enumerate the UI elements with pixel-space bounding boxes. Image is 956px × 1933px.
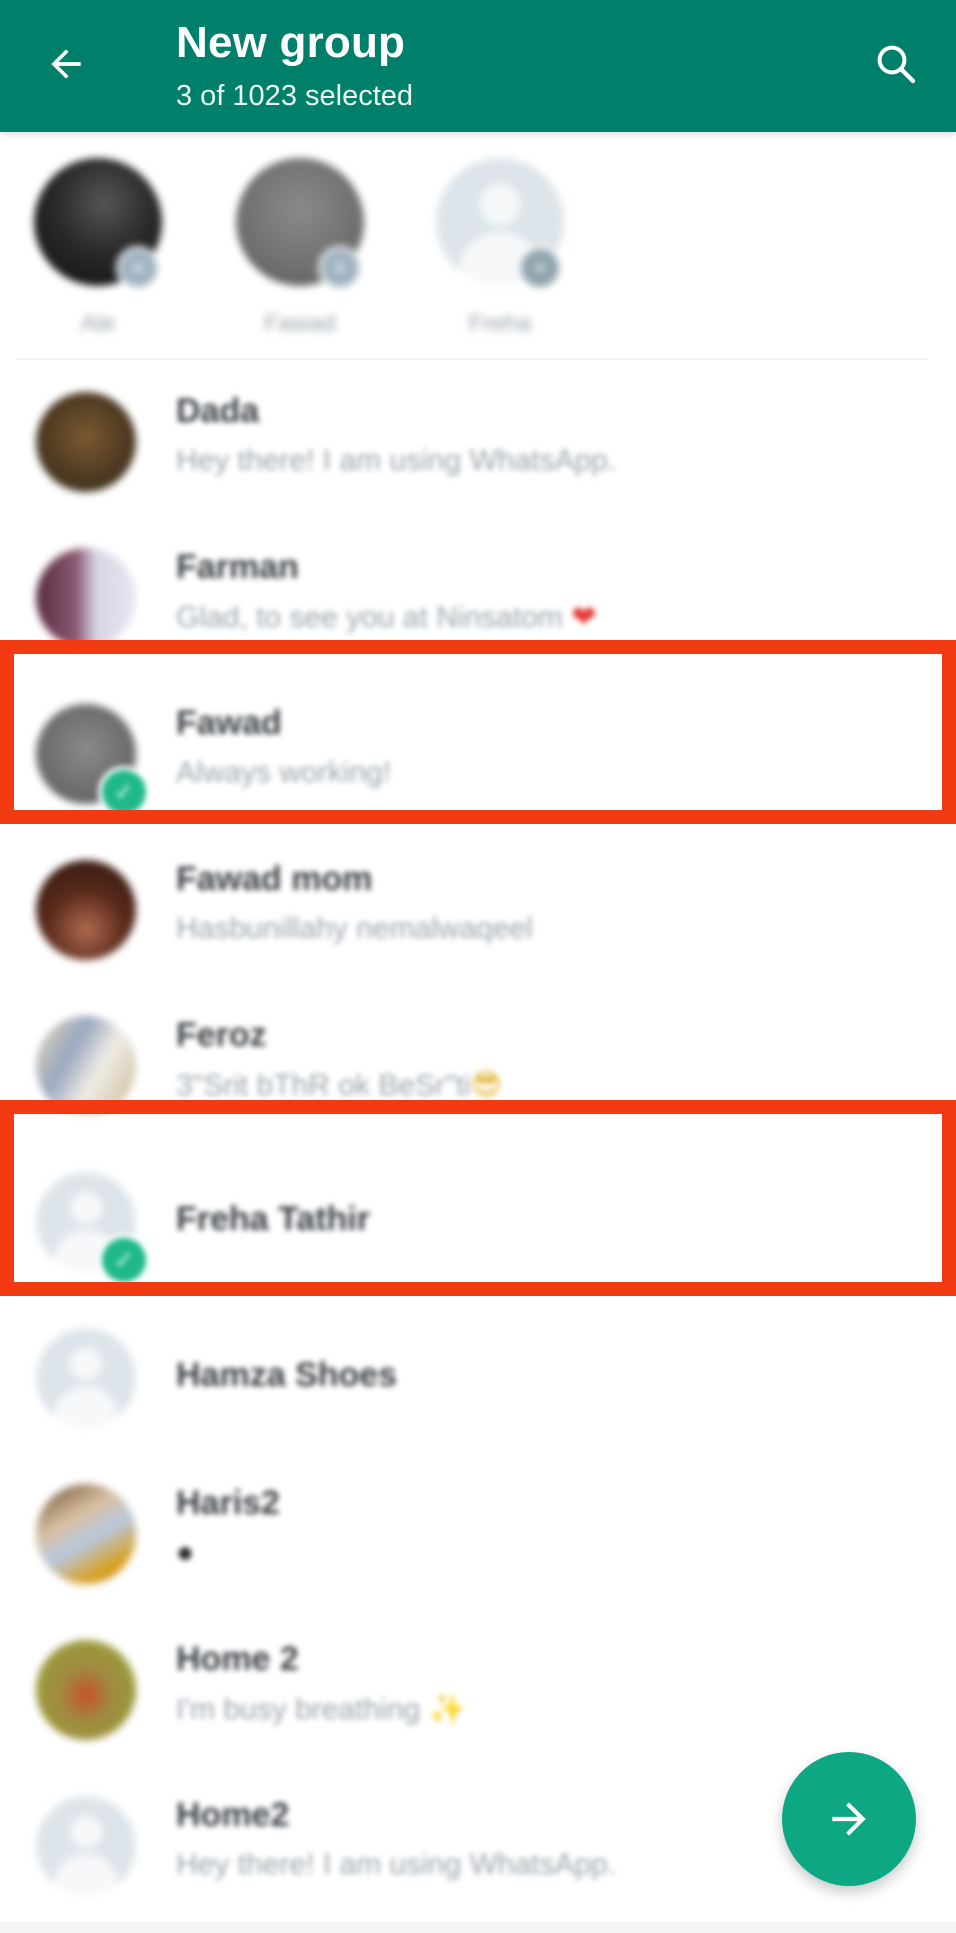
contact-name: Farman xyxy=(176,548,299,586)
contact-name: Freha Tathir xyxy=(176,1200,370,1238)
selected-chip[interactable]: × Fawad xyxy=(214,158,374,358)
contact-row-selected[interactable]: ✓ Fawad Always working! xyxy=(0,674,956,830)
close-icon: × xyxy=(533,255,547,280)
selected-check-icon: ✓ xyxy=(98,766,150,818)
selected-contacts-strip: × Ale × Fawad × Freha xyxy=(0,132,956,362)
contact-status: Always working! xyxy=(176,756,392,789)
contact-status: Hey there! I am using WhatsApp. xyxy=(176,444,617,477)
close-icon: × xyxy=(131,255,145,280)
remove-chip-button[interactable]: × xyxy=(518,246,562,290)
contact-status: 3"Srit bThR ok BeSr"ti😎 xyxy=(176,1069,503,1102)
contact-name: Feroz xyxy=(176,1016,267,1054)
next-button[interactable] xyxy=(782,1752,916,1886)
avatar xyxy=(36,392,136,492)
search-button[interactable] xyxy=(868,36,924,92)
back-button[interactable] xyxy=(40,38,92,90)
contact-name: Home2 xyxy=(176,1796,290,1834)
close-icon: × xyxy=(333,255,347,280)
contact-name: Hamza Shoes xyxy=(176,1356,398,1394)
divider xyxy=(16,358,928,360)
page-title: New group xyxy=(176,18,406,67)
contact-name: Home 2 xyxy=(176,1640,299,1678)
avatar xyxy=(36,548,136,648)
contact-status: Glad, to see you at Ninsatom ❤ xyxy=(176,601,597,634)
sparkles-emoji-icon: ✨ xyxy=(428,1693,466,1726)
remove-chip-button[interactable]: × xyxy=(116,246,160,290)
default-avatar-icon xyxy=(36,1328,136,1428)
contact-row[interactable]: Hamza Shoes xyxy=(0,1298,956,1454)
contact-row[interactable]: Dada Hey there! I am using WhatsApp. xyxy=(0,362,956,518)
arrow-back-icon xyxy=(51,49,81,79)
selected-chip[interactable]: × Freha xyxy=(414,158,574,358)
contact-name: Haris2 xyxy=(176,1484,280,1522)
bottom-edge xyxy=(0,1922,956,1933)
selected-chip-label: Ale xyxy=(80,310,116,337)
contact-status: Hasbunillahy nemalwaqeel xyxy=(176,912,533,945)
contact-status: Hey there! I am using WhatsApp. xyxy=(176,1848,617,1881)
contact-row[interactable]: Home 2 I'm busy breathing ✨ xyxy=(0,1610,956,1766)
selected-chip-label: Freha xyxy=(468,310,532,337)
contact-name: Dada xyxy=(176,392,260,430)
avatar xyxy=(36,860,136,960)
contact-row[interactable]: Fawad mom Hasbunillahy nemalwaqeel xyxy=(0,830,956,986)
search-icon xyxy=(877,45,916,84)
contact-row[interactable]: Farman Glad, to see you at Ninsatom ❤ xyxy=(0,518,956,674)
avatar xyxy=(36,1016,136,1116)
selection-count: 3 of 1023 selected xyxy=(176,80,414,112)
app-bar: New group 3 of 1023 selected xyxy=(0,0,956,132)
contact-row-selected[interactable]: ✓ Freha Tathir xyxy=(0,1142,956,1298)
contact-row[interactable]: Haris2 ● xyxy=(0,1454,956,1610)
selected-check-icon: ✓ xyxy=(98,1234,150,1286)
selected-chip-label: Fawad xyxy=(263,310,337,337)
contact-status: I'm busy breathing ✨ xyxy=(176,1693,466,1726)
heart-emoji-icon: ❤ xyxy=(571,601,597,634)
contact-row[interactable]: Feroz 3"Srit bThR ok BeSr"ti😎 xyxy=(0,986,956,1142)
selected-chip[interactable]: × Ale xyxy=(12,158,172,358)
default-avatar-icon xyxy=(36,1796,136,1896)
remove-chip-button[interactable]: × xyxy=(318,246,362,290)
contact-name: Fawad mom xyxy=(176,860,373,898)
avatar xyxy=(36,1484,136,1584)
contact-status: ● xyxy=(176,1536,194,1570)
contact-name: Fawad xyxy=(176,704,282,742)
sunglasses-emoji-icon: 😎 xyxy=(470,1069,503,1102)
camera-emoji-icon: ● xyxy=(176,1536,195,1569)
arrow-forward-icon xyxy=(832,1802,866,1836)
avatar xyxy=(36,1640,136,1740)
